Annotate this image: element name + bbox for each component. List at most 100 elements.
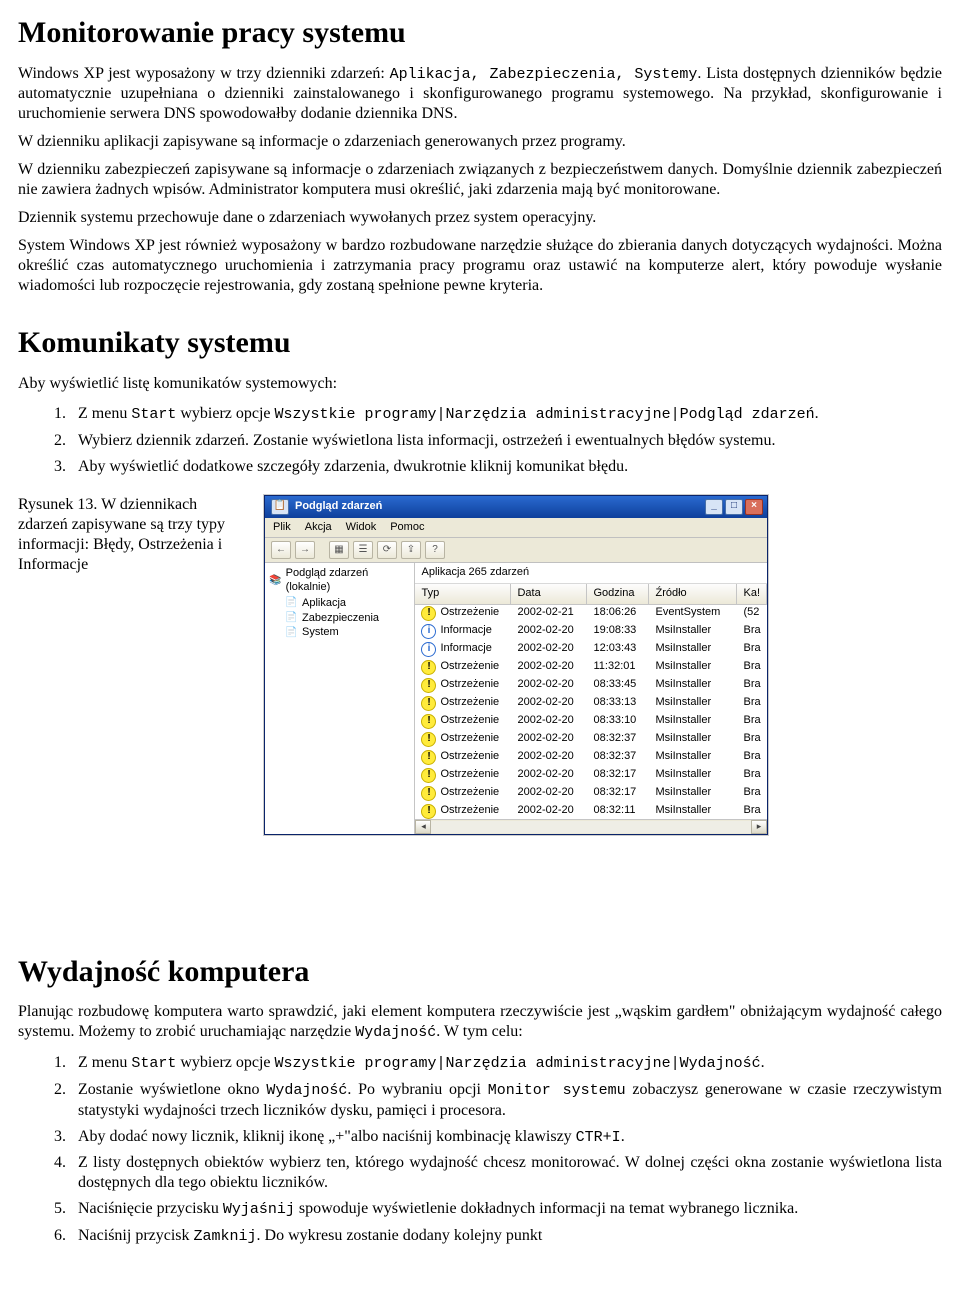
text: . Do wykresu zostanie dodany kolejny pun… — [257, 1227, 543, 1244]
tree-root[interactable]: 📚 Podgląd zdarzeń (lokalnie) — [269, 567, 412, 595]
window-title: Podgląd zdarzeń — [295, 500, 697, 514]
scroll-left-icon[interactable]: ◂ — [415, 820, 431, 834]
event-row[interactable]: !Ostrzeżenie2002-02-2008:32:11MsiInstall… — [415, 803, 767, 819]
event-date: 2002-02-20 — [511, 696, 587, 710]
event-source: MsiInstaller — [649, 750, 737, 764]
text: spowoduje wyświetlenie dokładnych inform… — [295, 1200, 798, 1217]
text-mono: Start — [131, 406, 176, 423]
paragraph: Dziennik systemu przechowuje dane o zdar… — [18, 208, 942, 228]
event-row[interactable]: !Ostrzeżenie2002-02-2008:32:17MsiInstall… — [415, 767, 767, 785]
pane-heading: Aplikacja 265 zdarzeń — [415, 563, 767, 584]
menu-akcja[interactable]: Akcja — [305, 521, 332, 535]
event-source: MsiInstaller — [649, 696, 737, 710]
event-row[interactable]: !Ostrzeżenie2002-02-2008:33:10MsiInstall… — [415, 713, 767, 731]
text-mono: Monitor systemu — [488, 1082, 626, 1099]
event-row[interactable]: !Ostrzeżenie2002-02-2118:06:26EventSyste… — [415, 605, 767, 623]
warning-icon: ! — [421, 750, 436, 765]
window-titlebar[interactable]: 📋 Podgląd zdarzeń _ □ × — [265, 496, 767, 518]
maximize-button[interactable]: □ — [725, 499, 743, 515]
event-type-label: Ostrzeżenie — [440, 696, 499, 710]
event-type-label: Ostrzeżenie — [440, 750, 499, 764]
text-mono: Aplikacja, Zabezpieczenia, Systemy — [390, 66, 698, 83]
col-typ[interactable]: Typ — [415, 584, 511, 604]
info-icon: i — [421, 624, 436, 639]
warning-icon: ! — [421, 786, 436, 801]
tree-pane: 📚 Podgląd zdarzeń (lokalnie) 📄 Aplikacja… — [265, 563, 415, 834]
event-source: MsiInstaller — [649, 660, 737, 674]
horizontal-scrollbar[interactable]: ◂ ▸ — [415, 819, 767, 834]
event-category: Bra — [737, 732, 767, 746]
info-icon: i — [421, 642, 436, 657]
minimize-button[interactable]: _ — [705, 499, 723, 515]
toolbar-back-icon[interactable]: ← — [271, 541, 291, 559]
col-zrodlo[interactable]: Źródło — [649, 584, 737, 604]
tree-aplikacja[interactable]: 📄 Aplikacja — [269, 597, 412, 611]
list-item: Z menu Start wybierz opcje Wszystkie pro… — [70, 1053, 942, 1074]
event-date: 2002-02-20 — [511, 714, 587, 728]
tree-label: Podgląd zdarzeń (lokalnie) — [286, 567, 413, 595]
event-date: 2002-02-20 — [511, 768, 587, 782]
text: Naciśnij przycisk — [78, 1227, 194, 1244]
event-type-label: Ostrzeżenie — [440, 786, 499, 800]
tree-label: Zabezpieczenia — [302, 612, 379, 626]
text: . Po wybraniu opcji — [347, 1081, 487, 1098]
event-type-label: Ostrzeżenie — [440, 678, 499, 692]
event-time: 08:32:17 — [587, 786, 649, 800]
event-category: (52 — [737, 606, 767, 620]
menu-plik[interactable]: Plik — [273, 521, 291, 535]
event-time: 18:06:26 — [587, 606, 649, 620]
event-row[interactable]: !Ostrzeżenie2002-02-2008:32:37MsiInstall… — [415, 749, 767, 767]
tree-system[interactable]: 📄 System — [269, 626, 412, 640]
col-data[interactable]: Data — [511, 584, 587, 604]
toolbar-refresh-icon[interactable]: ⟳ — [377, 541, 397, 559]
text: Z menu — [78, 405, 131, 422]
close-button[interactable]: × — [745, 499, 763, 515]
text-mono: Wydajność — [266, 1082, 347, 1099]
text-mono: CTR+I — [576, 1129, 621, 1146]
event-date: 2002-02-20 — [511, 786, 587, 800]
menu-pomoc[interactable]: Pomoc — [390, 521, 424, 535]
event-date: 2002-02-20 — [511, 660, 587, 674]
event-time: 08:33:45 — [587, 678, 649, 692]
toolbar-export-icon[interactable]: ⇪ — [401, 541, 421, 559]
event-row[interactable]: !Ostrzeżenie2002-02-2008:33:13MsiInstall… — [415, 695, 767, 713]
event-row[interactable]: iInformacje2002-02-2012:03:43MsiInstalle… — [415, 641, 767, 659]
event-row[interactable]: iInformacje2002-02-2019:08:33MsiInstalle… — [415, 623, 767, 641]
text: Naciśnięcie przycisku — [78, 1200, 223, 1217]
text-mono: Start — [131, 1055, 176, 1072]
event-row[interactable]: !Ostrzeżenie2002-02-2011:32:01MsiInstall… — [415, 659, 767, 677]
paragraph: Windows XP jest wyposażony w trzy dzienn… — [18, 64, 942, 125]
paragraph: System Windows XP jest również wyposażon… — [18, 236, 942, 296]
event-category: Bra — [737, 768, 767, 782]
scroll-right-icon[interactable]: ▸ — [751, 820, 767, 834]
scroll-track[interactable] — [431, 821, 751, 833]
event-time: 12:03:43 — [587, 642, 649, 656]
list-item: Zostanie wyświetlone okno Wydajność. Po … — [70, 1080, 942, 1121]
event-row[interactable]: !Ostrzeżenie2002-02-2008:33:45MsiInstall… — [415, 677, 767, 695]
event-time: 11:32:01 — [587, 660, 649, 674]
event-type-label: Ostrzeżenie — [440, 660, 499, 674]
col-godzina[interactable]: Godzina — [587, 584, 649, 604]
toolbar-props-icon[interactable]: ☰ — [353, 541, 373, 559]
event-row[interactable]: !Ostrzeżenie2002-02-2008:32:17MsiInstall… — [415, 785, 767, 803]
toolbar-view-icon[interactable]: ▦ — [329, 541, 349, 559]
event-category: Bra — [737, 696, 767, 710]
toolbar-help-icon[interactable]: ? — [425, 541, 445, 559]
warning-icon: ! — [421, 804, 436, 819]
event-date: 2002-02-20 — [511, 750, 587, 764]
toolbar-forward-icon[interactable]: → — [295, 541, 315, 559]
app-icon: 📋 — [271, 499, 289, 515]
menu-widok[interactable]: Widok — [346, 521, 377, 535]
event-type-label: Informacje — [440, 624, 491, 638]
event-source: MsiInstaller — [649, 768, 737, 782]
event-viewer-window: 📋 Podgląd zdarzeń _ □ × Plik Akcja Widok… — [264, 495, 768, 835]
event-category: Bra — [737, 624, 767, 638]
warning-icon: ! — [421, 606, 436, 621]
event-category: Bra — [737, 678, 767, 692]
tree-zabezpieczenia[interactable]: 📄 Zabezpieczenia — [269, 612, 412, 626]
list-item: Naciśnięcie przycisku Wyjaśnij spowoduje… — [70, 1199, 942, 1220]
col-kat[interactable]: Ka! — [737, 584, 767, 604]
warning-icon: ! — [421, 732, 436, 747]
event-row[interactable]: !Ostrzeżenie2002-02-2008:32:37MsiInstall… — [415, 731, 767, 749]
event-date: 2002-02-20 — [511, 624, 587, 638]
